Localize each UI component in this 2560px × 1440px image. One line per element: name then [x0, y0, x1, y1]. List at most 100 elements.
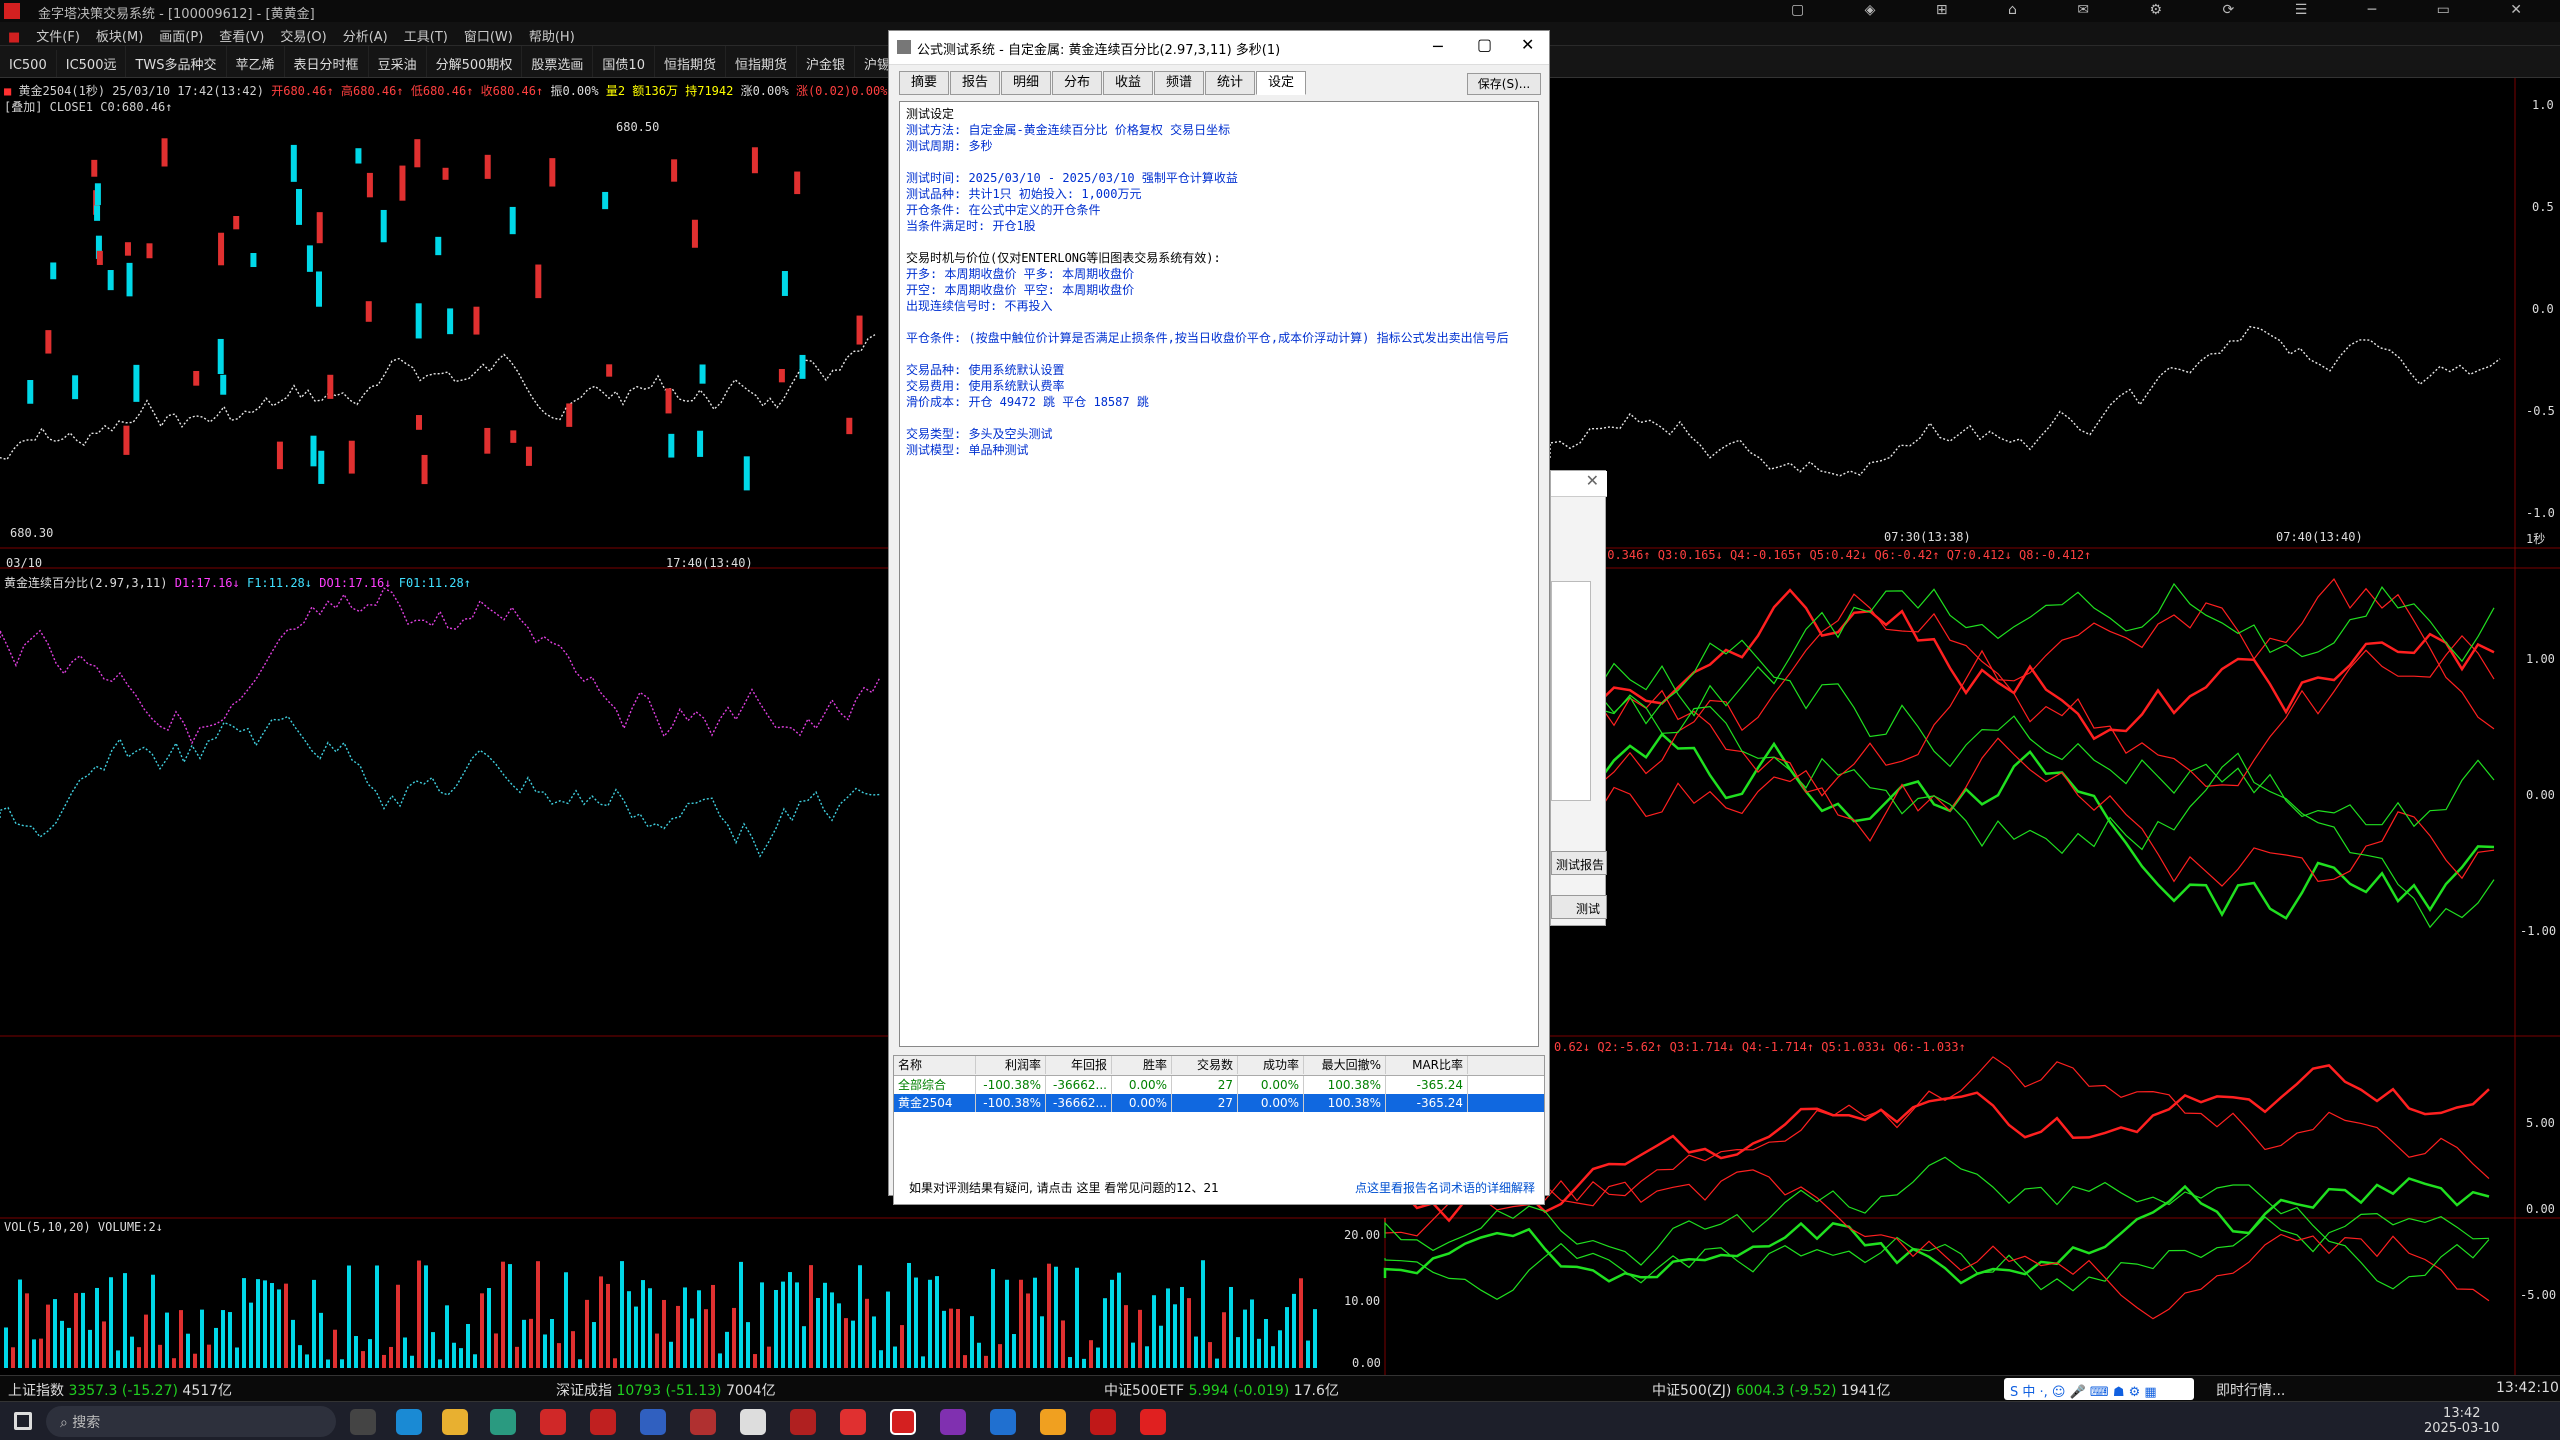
- table-col-header[interactable]: 年回报: [1046, 1056, 1112, 1074]
- ime-toolbar[interactable]: S 中 ·, ☺ 🎤 ⌨ ☗ ⚙ ▦: [2004, 1378, 2194, 1400]
- glossary-link[interactable]: 点这里看报告名词术语的详细解释: [1355, 1179, 1535, 1196]
- menu-item[interactable]: 分析(A): [335, 22, 396, 49]
- volume-bar: [935, 1276, 939, 1368]
- report-line: [906, 154, 1532, 170]
- save-button[interactable]: 保存(S)...: [1467, 73, 1541, 95]
- task-view-icon[interactable]: [350, 1409, 376, 1435]
- news-ticker[interactable]: 即时行情...: [2216, 1380, 2285, 1400]
- taskbar-clock[interactable]: 13:42 2025-03-10: [2424, 1406, 2500, 1436]
- index-1[interactable]: 深证成指 10793 (-51.13) 7004亿: [556, 1380, 776, 1400]
- app-icon-12[interactable]: [940, 1409, 966, 1435]
- table-col-header[interactable]: 胜率: [1112, 1056, 1172, 1074]
- indicator-f1: F1:11.28↓: [246, 576, 313, 590]
- volume-bar: [774, 1289, 778, 1368]
- report-line: 开仓条件: 在公式中定义的开仓条件: [906, 203, 1101, 217]
- app-icon-6[interactable]: [640, 1409, 666, 1435]
- symbol-tab[interactable]: IC500远: [57, 46, 127, 77]
- symbol-tab[interactable]: 分解500期权: [427, 46, 523, 77]
- start-icon[interactable]: [14, 1412, 32, 1430]
- menu-item[interactable]: 板块(M): [88, 22, 151, 49]
- candle: [348, 440, 355, 474]
- menu-item[interactable]: 帮助(H): [521, 22, 583, 49]
- dialog-tab[interactable]: 报告: [950, 71, 1000, 95]
- candle: [327, 374, 334, 399]
- volume-bar: [487, 1288, 491, 1368]
- menu-item[interactable]: 画面(P): [151, 22, 211, 49]
- table-col-header[interactable]: 利润率: [976, 1056, 1046, 1074]
- app-icon-10[interactable]: [840, 1409, 866, 1435]
- volume-bar: [865, 1298, 869, 1368]
- symbol-tab[interactable]: TWS多品种交: [126, 46, 227, 77]
- q-red-line-0: [1548, 588, 2495, 741]
- volume-bar: [1194, 1336, 1198, 1368]
- dialog-tab[interactable]: 收益: [1103, 71, 1153, 95]
- app-icon-5[interactable]: [590, 1409, 616, 1435]
- app-icon-7[interactable]: [690, 1409, 716, 1435]
- app-icon-15[interactable]: [1090, 1409, 1116, 1435]
- index-1-val: 10793: [616, 1383, 661, 1399]
- table-row[interactable]: 黄金2504 -100.38% -36662... 0.00% 27 0.00% 100.3…: [894, 1094, 1544, 1112]
- app-icon-8[interactable]: [740, 1409, 766, 1435]
- menu-item[interactable]: 工具(T): [396, 22, 456, 49]
- pyramid-app-icon[interactable]: [890, 1409, 916, 1435]
- table-col-header[interactable]: 交易数: [1172, 1056, 1238, 1074]
- close-icon[interactable]: ✕: [1521, 35, 1534, 54]
- symbol-tab[interactable]: 恒指期货: [726, 46, 797, 77]
- volume-bar: [347, 1265, 351, 1368]
- table-row[interactable]: 全部综合 -100.38% -36662... 0.00% 27 0.00% 100.38%…: [894, 1076, 1544, 1094]
- index-2[interactable]: 中证500ETF 5.994 (-0.019) 17.6亿: [1104, 1380, 1339, 1400]
- menu-item[interactable]: 查看(V): [211, 22, 272, 49]
- volume-bar: [389, 1346, 393, 1368]
- dialog-tab[interactable]: 设定: [1256, 71, 1306, 95]
- table-col-header[interactable]: 名称: [894, 1056, 976, 1074]
- table-col-header[interactable]: 最大回撤%: [1304, 1056, 1386, 1074]
- app-icon-13[interactable]: [990, 1409, 1016, 1435]
- menu-item[interactable]: 窗口(W): [456, 22, 521, 49]
- table-col-header[interactable]: MAR比率: [1386, 1056, 1468, 1074]
- volume-bar: [186, 1333, 190, 1368]
- app-icon-4[interactable]: [540, 1409, 566, 1435]
- time-axis-label: 17:40(13:40): [666, 556, 753, 570]
- menu-item[interactable]: 交易(O): [272, 22, 334, 49]
- index-3[interactable]: 中证500(ZJ) 6004.3 (-9.52) 1941亿: [1652, 1380, 1891, 1400]
- app-icon-3[interactable]: [490, 1409, 516, 1435]
- dialog-tab[interactable]: 频谱: [1154, 71, 1204, 95]
- symbol-tab[interactable]: 恒指期货: [655, 46, 726, 77]
- symbol-tab[interactable]: 表日分时框: [285, 46, 369, 77]
- search-box[interactable]: ⌕ 搜索: [46, 1406, 336, 1437]
- volume-bar: [1208, 1342, 1212, 1368]
- minimize-icon[interactable]: ─: [1433, 37, 1443, 56]
- app-icon-9[interactable]: [790, 1409, 816, 1435]
- symbol-tab[interactable]: IC500: [0, 50, 57, 77]
- symbol-tab[interactable]: 股票选画: [522, 46, 594, 77]
- candle: [484, 427, 491, 454]
- test-button[interactable]: 测试: [1551, 895, 1607, 919]
- candle: [316, 212, 323, 244]
- dialog-tab[interactable]: 明细: [1001, 71, 1051, 95]
- dialog-tab[interactable]: 分布: [1052, 71, 1102, 95]
- help-text[interactable]: 如果对评测结果有疑问, 请点击 这里 看常见问题的12、21: [909, 1179, 1219, 1196]
- candle: [671, 159, 678, 182]
- candle: [751, 147, 758, 174]
- side-close-icon[interactable]: ✕: [1551, 471, 1607, 497]
- volume-bar: [1033, 1277, 1037, 1368]
- window-controls[interactable]: ▢ ◈ ⊞ ⌂ ✉ ⚙ ⟳ ☰ ─ ▭ ✕: [1791, 2, 2550, 18]
- symbol-tab[interactable]: 沪金银: [797, 46, 856, 77]
- app-icon-14[interactable]: [1040, 1409, 1066, 1435]
- table-col-header[interactable]: 成功率: [1238, 1056, 1304, 1074]
- explorer-icon[interactable]: [442, 1409, 468, 1435]
- volume-bar: [298, 1345, 302, 1368]
- volume-bar: [235, 1347, 239, 1368]
- volume-bar: [221, 1310, 225, 1368]
- edge-icon[interactable]: [396, 1409, 422, 1435]
- maximize-icon[interactable]: ▢: [1477, 35, 1492, 54]
- symbol-tab[interactable]: 豆采油: [369, 46, 427, 77]
- symbol-tab[interactable]: 苹乙烯: [227, 46, 285, 77]
- dialog-tab[interactable]: 统计: [1205, 71, 1255, 95]
- menu-item[interactable]: 文件(F): [28, 22, 88, 49]
- test-report-button[interactable]: 测试报告: [1551, 851, 1607, 875]
- app-icon-16[interactable]: [1140, 1409, 1166, 1435]
- dialog-tab[interactable]: 摘要: [899, 71, 949, 95]
- index-0[interactable]: 上证指数 3357.3 (-15.27) 4517亿: [8, 1380, 232, 1400]
- symbol-tab[interactable]: 国债10: [593, 46, 655, 77]
